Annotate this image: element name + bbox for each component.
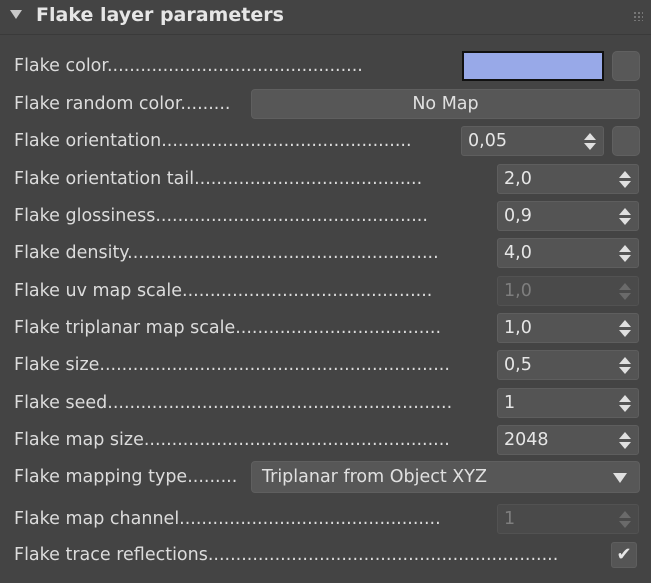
flake-random-color-map-button[interactable]: No Map: [251, 89, 640, 119]
spinner-arrows-icon: [619, 511, 631, 529]
flake-seed-value[interactable]: 1: [504, 389, 515, 417]
flake-size-spinner[interactable]: 0,5: [497, 350, 639, 380]
flake-map-channel-spinner: 1: [497, 504, 639, 534]
chevron-down-icon[interactable]: [613, 473, 627, 483]
rollout-title: Flake layer parameters: [36, 4, 284, 26]
spinner-arrows-icon[interactable]: [619, 395, 631, 413]
flake-triplanar-map-scale-spinner[interactable]: 1,0: [497, 313, 639, 343]
flake-mapping-type-label: Flake mapping type.........: [14, 467, 238, 487]
flake-size-value[interactable]: 0,5: [504, 351, 532, 379]
flake-density-value[interactable]: 4,0: [504, 239, 532, 267]
flake-density-label: Flake density...........................…: [14, 243, 439, 263]
flake-map-size-label: Flake map size..........................…: [14, 430, 450, 450]
spinner-arrows-icon[interactable]: [619, 432, 631, 450]
spinner-arrows-icon[interactable]: [619, 320, 631, 338]
spinner-arrows-icon[interactable]: [619, 357, 631, 375]
flake-density-spinner[interactable]: 4,0: [497, 238, 639, 268]
flake-color-map-button[interactable]: [612, 51, 640, 81]
flake-layer-parameters-rollout: Flake layer parameters Flake color......…: [0, 0, 651, 583]
flake-orientation-map-button[interactable]: [612, 126, 640, 156]
flake-orientation-spinner[interactable]: 0,05: [461, 126, 604, 156]
flake-orientation-tail-value[interactable]: 2,0: [504, 165, 532, 193]
flake-glossiness-spinner[interactable]: 0,9: [497, 201, 639, 231]
flake-map-channel-value: 1: [504, 509, 516, 529]
flake-glossiness-value[interactable]: 0,9: [504, 202, 532, 230]
flake-orientation-tail-spinner[interactable]: 2,0: [497, 164, 639, 194]
flake-orientation-value[interactable]: 0,05: [468, 127, 507, 155]
flake-map-size-spinner[interactable]: 2048: [497, 425, 639, 455]
row-flake-trace-reflections: Flake trace reflections.................…: [0, 540, 651, 570]
flake-trace-reflections-label: Flake trace reflections.................…: [14, 545, 559, 565]
flake-map-size-value[interactable]: 2048: [504, 426, 549, 454]
flake-uv-map-scale-value: 1,0: [504, 281, 532, 301]
flake-trace-reflections-checkbox[interactable]: ✔: [611, 542, 637, 568]
spinner-arrows-icon[interactable]: [619, 245, 631, 263]
flake-orientation-tail-label: Flake orientation tail..................…: [14, 169, 423, 189]
flake-triplanar-map-scale-value[interactable]: 1,0: [504, 314, 532, 342]
flake-orientation-label: Flake orientation.......................…: [14, 131, 412, 151]
flake-map-channel-label: Flake map channel.......................…: [14, 509, 441, 529]
drag-grip-icon[interactable]: [633, 11, 643, 21]
flake-random-color-label: Flake random color.........: [14, 94, 231, 114]
flake-mapping-type-dropdown[interactable]: Triplanar from Object XYZ: [251, 461, 640, 493]
collapse-triangle-icon[interactable]: [10, 10, 22, 19]
flake-size-label: Flake size..............................…: [14, 355, 450, 375]
rollout-header[interactable]: Flake layer parameters: [0, 0, 651, 34]
spinner-arrows-icon[interactable]: [584, 133, 596, 151]
spinner-arrows-icon[interactable]: [619, 171, 631, 189]
flake-seed-spinner[interactable]: 1: [497, 388, 639, 418]
flake-mapping-type-value[interactable]: Triplanar from Object XYZ: [262, 462, 487, 492]
spinner-arrows-icon[interactable]: [619, 208, 631, 226]
flake-color-label: Flake color.............................…: [14, 56, 363, 76]
flake-seed-label: Flake seed..............................…: [14, 393, 453, 413]
spinner-arrows-icon: [619, 283, 631, 301]
flake-color-swatch[interactable]: [462, 51, 604, 81]
header-divider: [0, 34, 651, 35]
flake-uv-map-scale-label: Flake uv map scale......................…: [14, 281, 433, 301]
checkmark-icon: ✔: [616, 544, 632, 565]
flake-triplanar-map-scale-label: Flake triplanar map scale...............…: [14, 318, 442, 338]
flake-uv-map-scale-spinner: 1,0: [497, 276, 639, 306]
flake-glossiness-label: Flake glossiness........................…: [14, 206, 428, 226]
